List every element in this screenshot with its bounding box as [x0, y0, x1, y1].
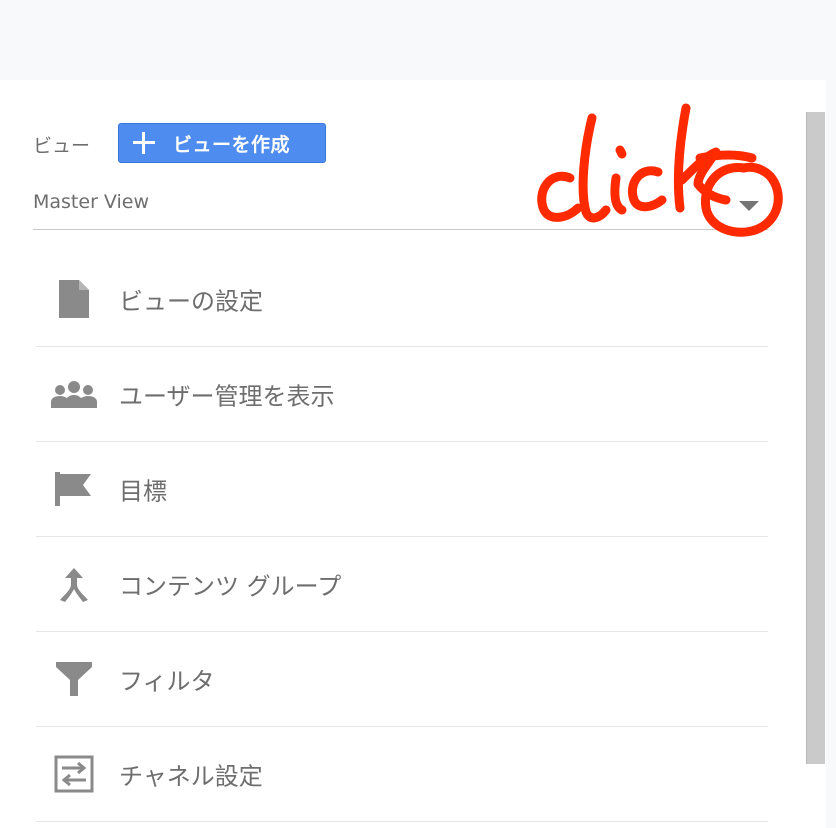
menu-item-label: チャネル設定 — [119, 762, 263, 791]
view-settings-menu: ビューの設定 ユーザー管理を表示 目標 コンテンツ グループ フィルタ チャネル… — [36, 252, 768, 822]
menu-item-label: フィルタ — [119, 667, 215, 696]
create-view-button-label: ビューを作成 — [173, 133, 291, 156]
chevron-down-icon[interactable] — [739, 201, 759, 211]
menu-item-filters[interactable]: フィルタ — [36, 632, 768, 727]
menu-item-label: コンテンツ グループ — [119, 572, 342, 601]
merge-icon — [50, 562, 98, 606]
menu-item-user-management[interactable]: ユーザー管理を表示 — [36, 347, 768, 442]
filter-icon — [50, 657, 98, 701]
menu-item-channel-settings[interactable]: チャネル設定 — [36, 727, 768, 822]
selected-view: Master View — [33, 191, 150, 213]
menu-item-label: ビューの設定 — [119, 287, 263, 316]
menu-item-view-settings[interactable]: ビューの設定 — [36, 252, 768, 347]
menu-item-label: 目標 — [119, 477, 167, 506]
scrollbar-thumb[interactable] — [806, 112, 825, 764]
document-icon — [50, 277, 98, 321]
flag-icon — [50, 467, 98, 511]
menu-item-label: ユーザー管理を表示 — [119, 382, 335, 411]
plus-icon — [131, 130, 157, 156]
people-icon — [50, 372, 98, 416]
view-selector[interactable]: Master View — [33, 185, 768, 230]
view-label: ビュー — [33, 135, 91, 157]
channel-settings-icon — [50, 752, 98, 796]
top-band — [0, 0, 836, 80]
menu-item-content-groups[interactable]: コンテンツ グループ — [36, 537, 768, 632]
menu-item-goals[interactable]: 目標 — [36, 442, 768, 537]
create-view-button[interactable]: ビューを作成 — [118, 123, 326, 163]
